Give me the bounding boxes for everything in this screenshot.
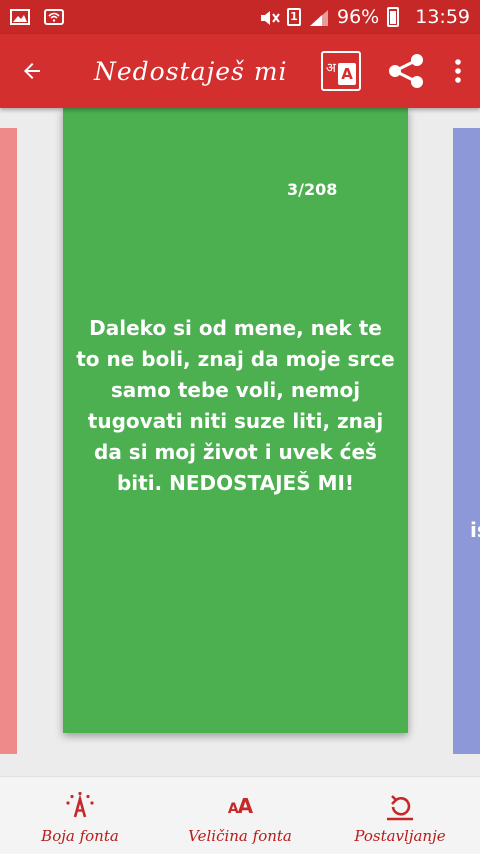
translate-button[interactable]: अ A	[318, 48, 364, 94]
quote-text: Daleko si od mene, nek te to ne boli, zn…	[76, 316, 395, 495]
set-wallpaper-icon	[387, 795, 413, 821]
battery-percent: 96%	[337, 6, 380, 28]
font-size-button[interactable]: AA Veličina fonta	[160, 777, 320, 854]
previous-card[interactable]	[0, 128, 17, 754]
share-icon	[389, 54, 423, 88]
quote-card[interactable]: 3/208 Daleko si od mene, nek te to ne bo…	[63, 108, 408, 733]
font-size-icon: AA	[227, 794, 254, 818]
font-size-glyph-small: A	[227, 801, 239, 817]
share-button[interactable]	[382, 47, 430, 95]
font-color-icon	[66, 791, 94, 818]
back-button[interactable]	[0, 34, 64, 108]
set-wallpaper-label: Postavljanje	[354, 827, 446, 845]
app-bar: Nedostaješ mi अ A	[0, 34, 480, 108]
bottom-toolbar: Boja fonta AA Veličina fonta Postavljanj…	[0, 776, 480, 854]
set-wallpaper-button[interactable]: Postavljanje	[320, 777, 480, 854]
clock: 13:59	[415, 6, 470, 28]
signal-icon	[309, 9, 329, 26]
more-options-button[interactable]	[440, 47, 476, 95]
page-title: Nedostaješ mi	[94, 56, 288, 86]
font-size-label: Veličina fonta	[188, 827, 292, 845]
sim-badge: 1	[287, 8, 301, 26]
next-card-text-peek: is	[470, 518, 480, 542]
quote-counter: 3/208	[287, 180, 338, 199]
font-color-label: Boja fonta	[41, 827, 119, 845]
back-arrow-icon	[24, 63, 40, 79]
translate-glyph-right: A	[338, 63, 356, 85]
more-vert-icon	[455, 59, 461, 83]
mute-icon	[259, 9, 280, 25]
wifi-box-icon	[44, 9, 64, 25]
translate-glyph-left: अ	[326, 61, 336, 76]
gallery-icon	[10, 9, 30, 25]
battery-icon	[387, 7, 400, 27]
next-card[interactable]: is	[453, 128, 480, 754]
font-size-glyph-big: A	[237, 794, 254, 818]
status-bar: 1 96% 13:59	[0, 0, 480, 34]
translate-icon: अ A	[321, 51, 361, 91]
font-color-button[interactable]: Boja fonta	[0, 777, 160, 854]
